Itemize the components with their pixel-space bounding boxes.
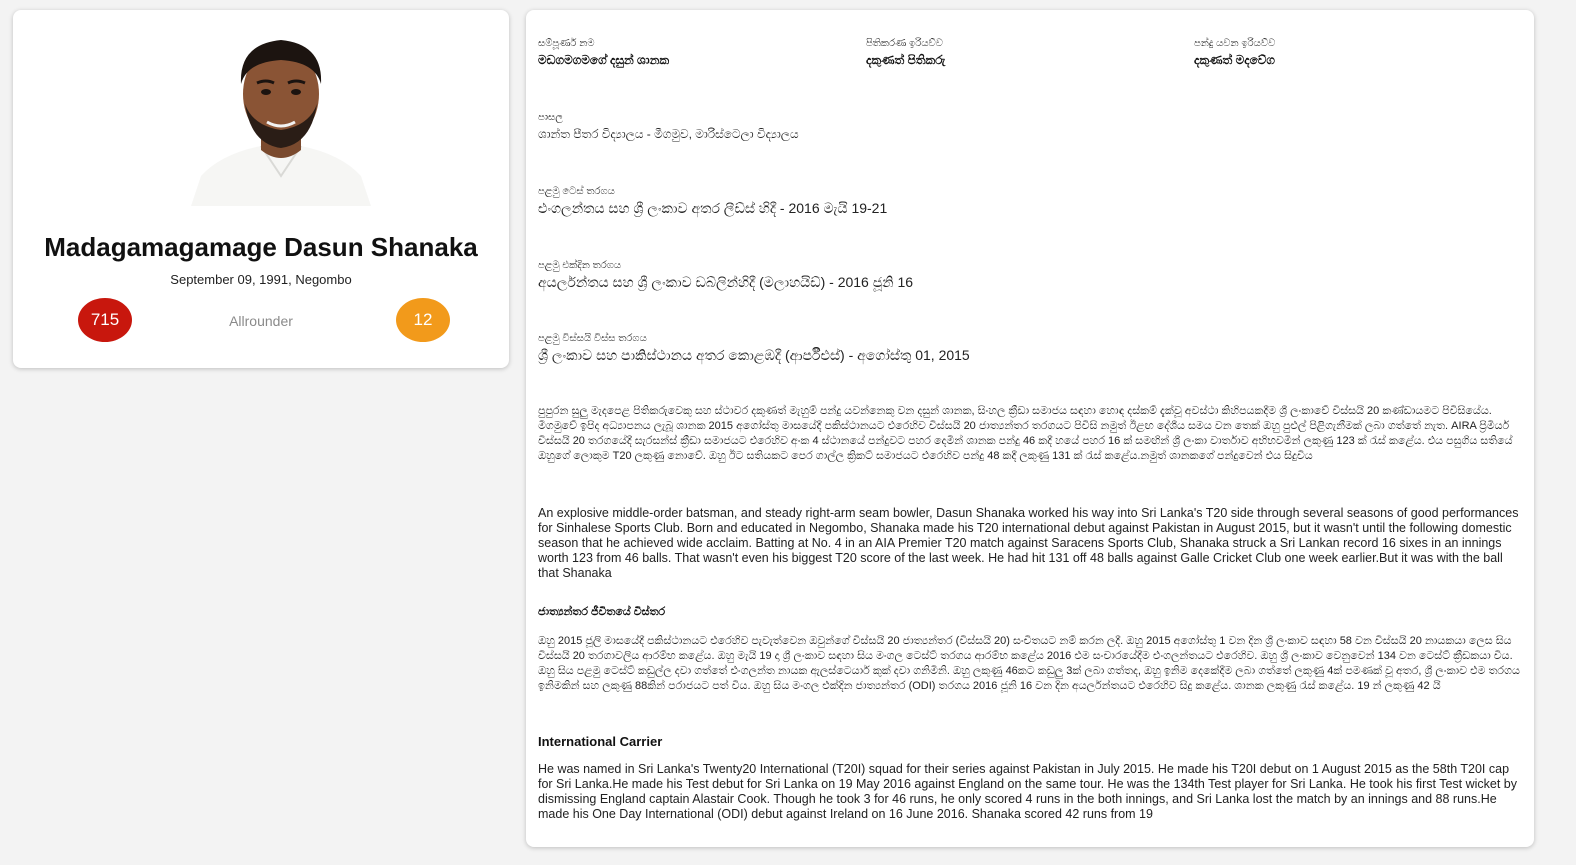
stat-badge-right: 12 [396,298,450,342]
school-label: පාසල [538,112,563,123]
first-t20-value: ශ්‍රී ලංකාව සහ පාකිස්ථානය අතර කොළඹදී (ආර… [538,347,970,363]
player-details-card: සම්පූර්ණ නම මඩගමගමගේ දසුන් ශානක පිතිකරණ … [526,10,1534,847]
biography-english: An explosive middle-order batsman, and s… [538,506,1519,580]
full-name-value: මඩගමගමගේ දසුන් ශානක [538,53,670,67]
biography-sinhala: පුපුරන සුලු මැදපෙළ පිතිකරුවෙකු සහ ස්ථාවර… [538,405,1513,462]
full-name-label: සම්පූර්ණ නම [538,38,595,49]
international-career-title-sinhala: ජාත්‍යන්තර ජීවිතයේ විස්තර [538,606,666,618]
batting-style-value: දකුණත් පිතිකරු [866,53,946,67]
first-t20-label: පළමු විස්සයි විස්ස තරගය [538,333,647,344]
bowling-style-value: දකුණත් මදවේග [1194,53,1275,67]
first-odi-value: අයර්ලන්තය සහ ශ්‍රී ලංකාව ඩබ්ලින්හිදී (මල… [538,274,914,290]
international-career-title: International Carrier [538,734,663,749]
player-profile-card: Madagamagamage Dasun Shanaka September 0… [13,10,509,368]
international-career-english: He was named in Sri Lanka's Twenty20 Int… [538,762,1518,821]
player-name: Madagamagamage Dasun Shanaka [44,232,478,262]
first-test-value: එංගලන්තය සහ ශ්‍රී ලංකාව අතර ලීඩ්ස් හිදී … [538,200,888,216]
first-odi-label: පළමු එක්දින තරගය [538,260,622,271]
school-value: ශාන්ත පීතර විද්‍යාලය - මීගමුව, මාරිස්ටෙල… [538,127,799,141]
player-photo [181,26,381,206]
first-test-label: පළමු ටෙස් තරගය [538,186,615,197]
international-career-sinhala: ඔහු 2015 ජූලි මාසයේදී පකිස්ථානයට එරෙහිව … [538,635,1520,692]
batting-style-label: පිතිකරණ ඉරියව්ව [866,38,943,49]
page: Madagamagamage Dasun Shanaka September 0… [0,0,1576,865]
player-birth-info: September 09, 1991, Negombo [170,272,352,287]
bowling-style-label: පන්දු යවන ඉරියව්ව [1194,38,1276,49]
